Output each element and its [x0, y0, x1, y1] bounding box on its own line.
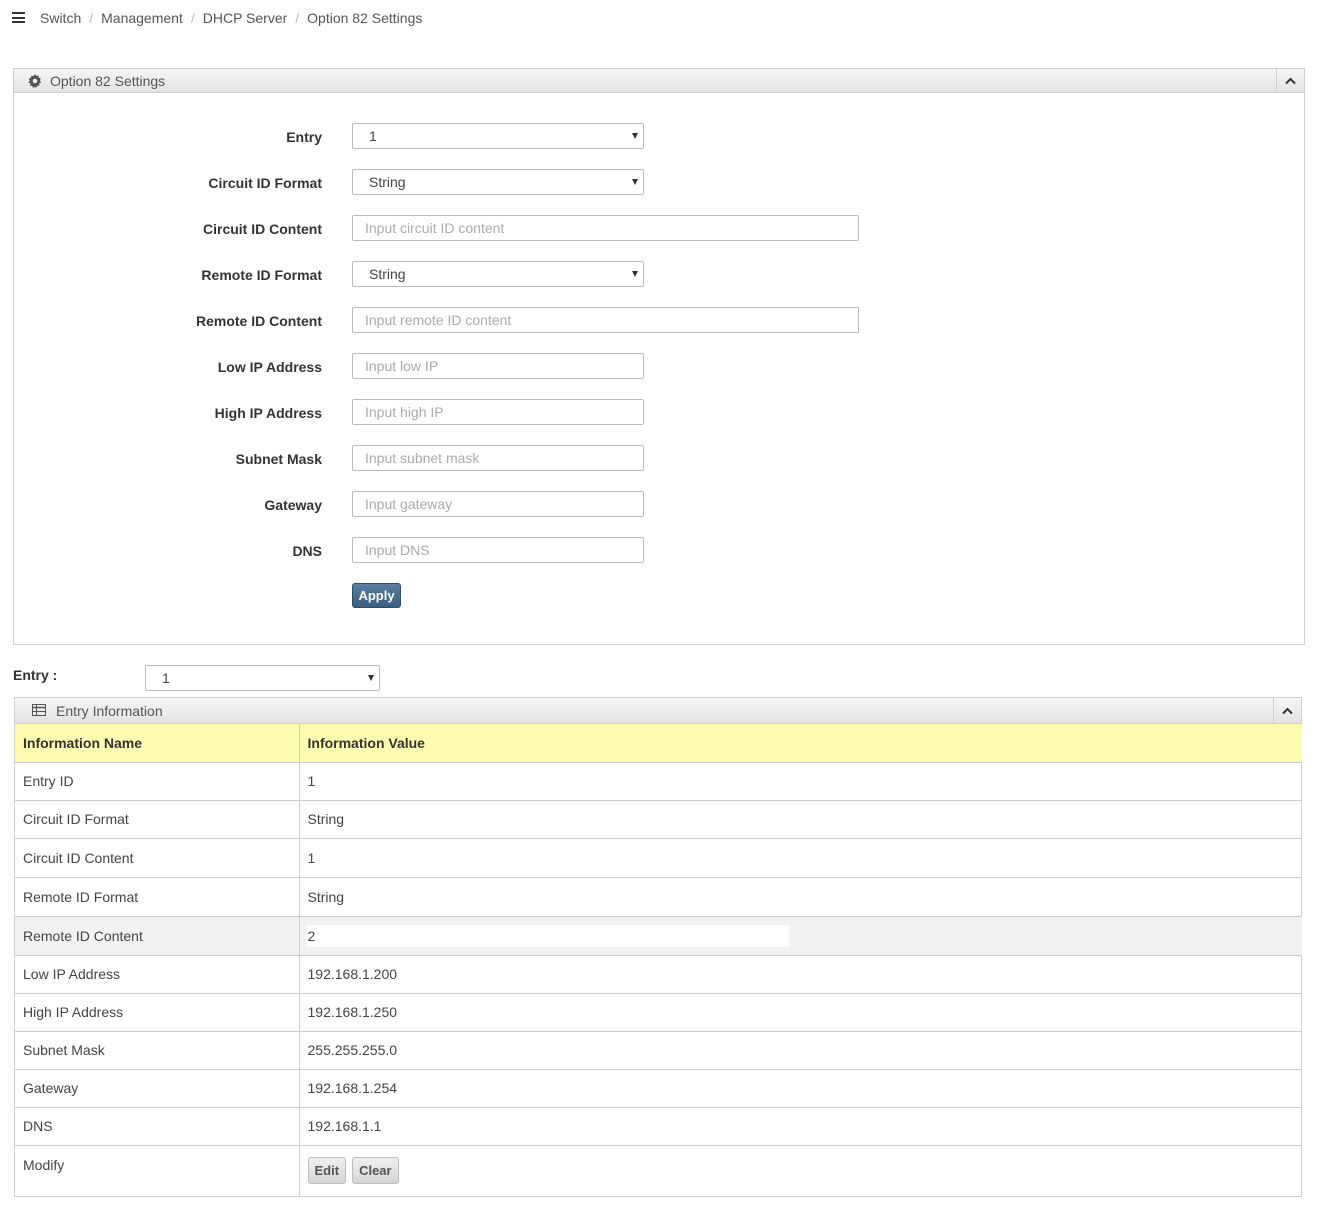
- low-ip-label: Low IP Address: [217, 359, 322, 375]
- table-header-row: Information Name Information Value: [15, 724, 1302, 763]
- chevron-up-icon: [1282, 707, 1293, 714]
- table-row-modify: Modify Edit Clear: [15, 1145, 1302, 1197]
- column-header-name: Information Name: [15, 724, 300, 763]
- breadcrumb-separator: /: [190, 10, 195, 26]
- remote-format-label: Remote ID Format: [201, 267, 322, 283]
- remote-content-label: Remote ID Content: [196, 313, 322, 329]
- row-value: 255.255.255.0: [299, 1031, 1302, 1070]
- breadcrumb-separator: /: [295, 10, 300, 26]
- edit-button[interactable]: Edit: [307, 1157, 347, 1184]
- circuit-format-select[interactable]: String: [352, 169, 644, 195]
- panel-title: Entry Information: [56, 703, 163, 719]
- entry-label: Entry: [286, 129, 322, 145]
- row-name: Subnet Mask: [15, 1031, 300, 1070]
- modify-label: Modify: [23, 1156, 65, 1173]
- remote-format-select[interactable]: String: [352, 261, 644, 287]
- row-value: 192.168.1.254: [299, 1069, 1302, 1108]
- row-name: Remote ID Content: [15, 916, 300, 956]
- row-value: 1: [299, 838, 1302, 878]
- row-name: Circuit ID Format: [15, 800, 300, 839]
- table-row: Gateway 192.168.1.254: [15, 1069, 1302, 1108]
- breadcrumb-item-management[interactable]: Management: [101, 10, 183, 26]
- row-name: Remote ID Format: [15, 877, 300, 917]
- entry-selector-value: 1: [162, 670, 170, 686]
- row-value: 2: [306, 924, 789, 947]
- table-row: Remote ID Format String: [15, 877, 1302, 917]
- row-value: String: [299, 877, 1302, 917]
- table-row: Low IP Address 192.168.1.200: [15, 955, 1302, 994]
- clear-button[interactable]: Clear: [352, 1157, 399, 1184]
- entry-selector-label: Entry :: [13, 667, 58, 683]
- high-ip-label: High IP Address: [214, 405, 322, 421]
- settings-form: Entry 1 Circuit ID Format String Circuit…: [14, 69, 1304, 644]
- breadcrumb-separator: /: [89, 10, 94, 26]
- high-ip-input[interactable]: [352, 399, 644, 425]
- row-value: 192.168.1.200: [299, 955, 1302, 994]
- table-row: High IP Address 192.168.1.250: [15, 993, 1302, 1032]
- breadcrumb: Switch / Management / DHCP Server / Option 82 …: [40, 10, 422, 26]
- circuit-format-label: Circuit ID Format: [208, 175, 322, 191]
- table-row: Entry ID 1: [15, 762, 1302, 801]
- table-row: Circuit ID Content 1: [15, 838, 1302, 878]
- low-ip-input[interactable]: [352, 353, 644, 379]
- hamburger-menu-icon[interactable]: [12, 12, 25, 23]
- circuit-content-label: Circuit ID Content: [203, 221, 322, 237]
- row-name: Low IP Address: [15, 955, 300, 994]
- dropdown-arrow-icon: [632, 133, 638, 139]
- panel-heading: Entry Information: [15, 698, 1301, 724]
- remote-format-value: String: [369, 266, 406, 282]
- breadcrumb-item-option82: Option 82 Settings: [307, 10, 423, 26]
- circuit-content-input[interactable]: [352, 215, 859, 241]
- row-value: String: [299, 800, 1302, 839]
- collapse-button[interactable]: [1273, 698, 1301, 723]
- row-actions: Edit Clear: [299, 1145, 1302, 1197]
- row-value: 192.168.1.1: [299, 1107, 1302, 1146]
- entry-select[interactable]: 1: [352, 123, 644, 149]
- dns-input[interactable]: [352, 537, 644, 563]
- gateway-label: Gateway: [264, 497, 322, 513]
- option82-settings-panel: Option 82 Settings Entry 1 Circuit ID Fo…: [13, 68, 1305, 645]
- row-name: DNS: [15, 1107, 300, 1146]
- table-row: Subnet Mask 255.255.255.0: [15, 1031, 1302, 1070]
- dropdown-arrow-icon: [368, 675, 374, 681]
- dropdown-arrow-icon: [632, 179, 638, 185]
- row-value: 1: [299, 762, 1302, 801]
- row-name: Modify: [15, 1145, 300, 1197]
- apply-button[interactable]: Apply: [352, 583, 401, 608]
- circuit-format-value: String: [369, 174, 406, 190]
- dns-label: DNS: [292, 543, 322, 559]
- row-value: 192.168.1.250: [299, 993, 1302, 1032]
- breadcrumb-item-dhcp-server[interactable]: DHCP Server: [203, 10, 288, 26]
- gateway-input[interactable]: [352, 491, 644, 517]
- entry-information-panel: Entry Information Information Name Infor…: [14, 697, 1302, 1197]
- table-icon: [32, 704, 46, 716]
- column-header-value: Information Value: [299, 724, 1302, 763]
- subnet-mask-input[interactable]: [352, 445, 644, 471]
- table-row: DNS 192.168.1.1: [15, 1107, 1302, 1146]
- dropdown-arrow-icon: [632, 271, 638, 277]
- entry-select-value: 1: [369, 128, 377, 144]
- row-name: Entry ID: [15, 762, 300, 801]
- remote-content-input[interactable]: [352, 307, 859, 333]
- table-row: Circuit ID Format String: [15, 800, 1302, 839]
- row-name: High IP Address: [15, 993, 300, 1032]
- row-name: Gateway: [15, 1069, 300, 1108]
- row-name: Circuit ID Content: [15, 838, 300, 878]
- entry-information-table: Information Name Information Value Entry…: [15, 724, 1302, 1197]
- table-row-highlighted: Remote ID Content 2: [15, 916, 1302, 956]
- subnet-mask-label: Subnet Mask: [235, 451, 322, 467]
- breadcrumb-item-switch[interactable]: Switch: [40, 10, 81, 26]
- top-bar: Switch / Management / DHCP Server / Option 82 …: [0, 0, 1319, 36]
- entry-selector-select[interactable]: 1: [145, 665, 380, 691]
- row-value-cell: 2: [299, 916, 1302, 956]
